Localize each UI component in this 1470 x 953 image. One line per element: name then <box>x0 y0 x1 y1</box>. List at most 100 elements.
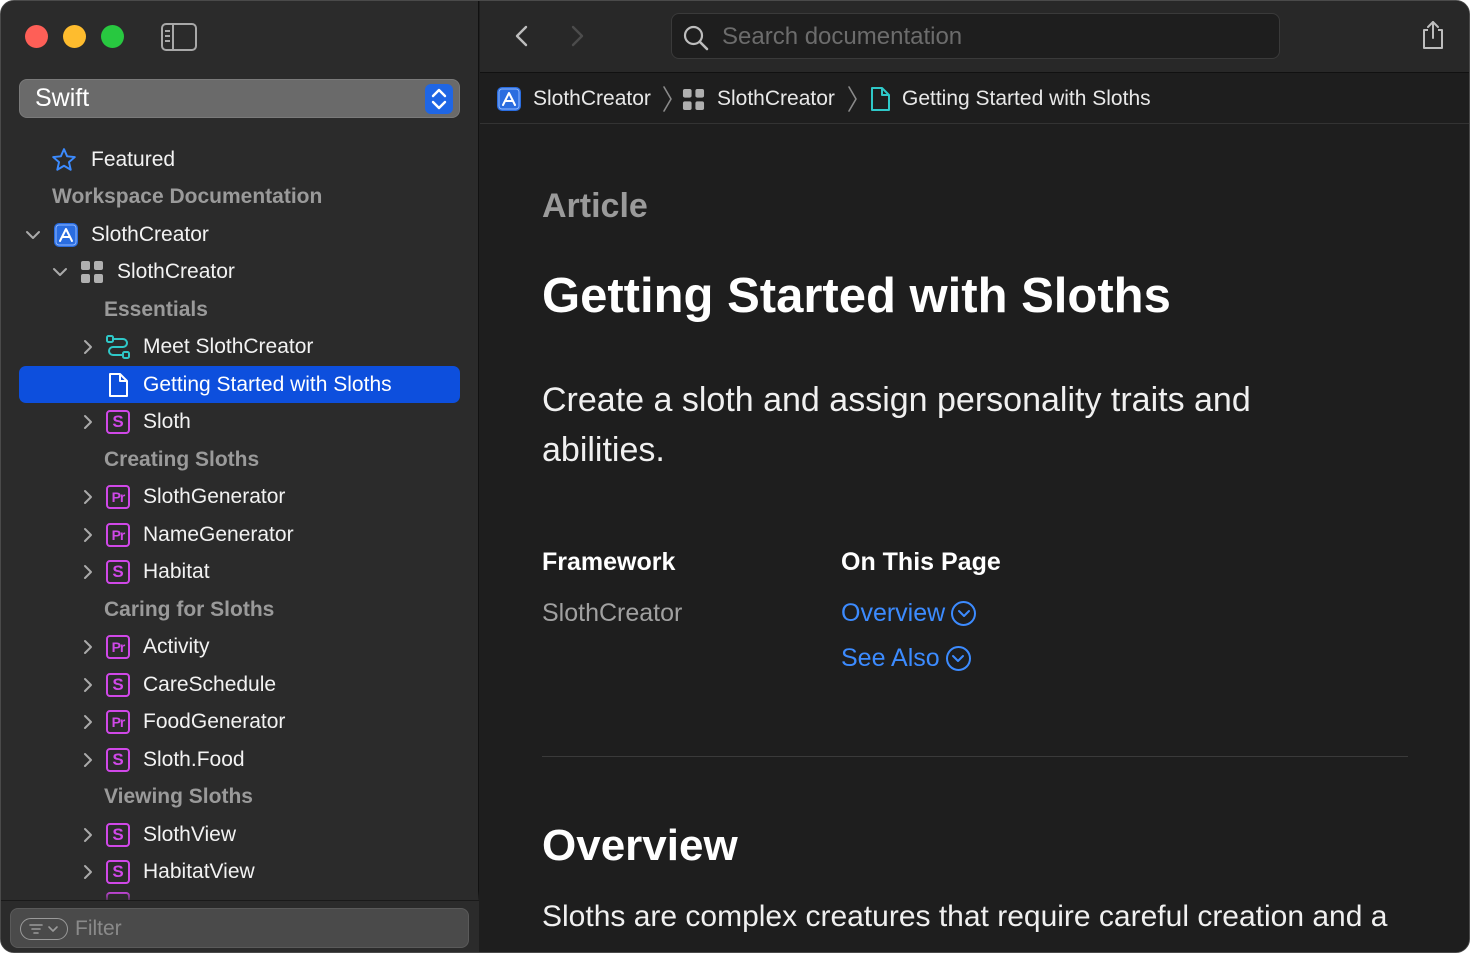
filter-bar: Filter <box>1 900 479 952</box>
struct-icon: S <box>105 672 131 698</box>
breadcrumb-label: SlothCreator <box>533 87 651 110</box>
sidebar-item-label: Getting Started with Sloths <box>143 372 392 396</box>
sidebar-item-label: Featured <box>91 147 176 171</box>
breadcrumb-item-app[interactable]: SlothCreator <box>496 85 651 113</box>
struct-icon: S <box>105 559 131 585</box>
section-header: Essentials <box>19 291 460 328</box>
breadcrumb-item-module[interactable]: SlothCreator <box>682 85 835 113</box>
chevron-down-icon[interactable] <box>25 227 41 243</box>
section-label: Workspace Documentation <box>52 184 323 208</box>
link-label: See Also <box>841 644 940 672</box>
struct-icon: S <box>105 822 131 848</box>
breadcrumb-label: SlothCreator <box>717 87 835 110</box>
sidebar-item-sloth-food[interactable]: S Sloth.Food <box>19 741 460 778</box>
chevron-right-icon <box>661 85 673 118</box>
breadcrumb-item-article[interactable]: Getting Started with Sloths <box>868 85 1151 113</box>
struct-icon: S <box>105 859 131 885</box>
app-icon <box>496 86 522 112</box>
sidebar-item-label: Activity <box>143 634 210 658</box>
link-label: Overview <box>841 599 946 627</box>
article-icon <box>868 86 892 112</box>
forward-button[interactable] <box>565 23 589 49</box>
chevron-right-icon[interactable] <box>80 527 96 543</box>
sidebar-item-careschedule[interactable]: S CareSchedule <box>19 666 460 703</box>
sidebar-item-label: NameGenerator <box>143 522 294 546</box>
sidebar-item-slothcreator-module[interactable]: SlothCreator <box>19 253 460 290</box>
filter-input[interactable]: Filter <box>10 908 469 948</box>
share-button[interactable] <box>1420 19 1446 56</box>
article-abstract: Create a sloth and assign personality tr… <box>542 381 1251 469</box>
chevron-right-icon[interactable] <box>80 414 96 430</box>
tutorial-icon <box>105 334 131 360</box>
search-field[interactable]: Search documentation <box>671 13 1280 59</box>
chevron-right-icon[interactable] <box>80 714 96 730</box>
filter-placeholder: Filter <box>75 917 122 940</box>
language-select[interactable]: Swift <box>19 79 460 118</box>
minimize-window-button[interactable] <box>63 25 86 48</box>
sidebar-item-meet-slothcreator[interactable]: Meet SlothCreator <box>19 328 460 365</box>
article-eyebrow: Article <box>542 187 648 225</box>
filter-options-icon[interactable] <box>20 918 68 940</box>
overview-heading: Overview <box>542 821 738 870</box>
sidebar: Swift Featured Workspace Documentation S… <box>1 1 479 952</box>
sidebar-item-label: HabitatView <box>143 859 255 883</box>
article-icon <box>105 372 131 398</box>
chevron-right-icon[interactable] <box>80 639 96 655</box>
section-header: Creating Sloths <box>19 441 460 478</box>
chevron-down-circle-icon <box>951 601 977 626</box>
section-header: Caring for Sloths <box>19 591 460 628</box>
sidebar-item-namegenerator[interactable]: Pr NameGenerator <box>19 516 460 553</box>
struct-icon: S <box>105 747 131 773</box>
chevron-right-icon[interactable] <box>80 864 96 880</box>
app-icon <box>53 222 79 248</box>
framework-label: Framework <box>542 548 676 576</box>
section-header: Workspace Documentation <box>19 178 460 215</box>
sidebar-item-activity[interactable]: Pr Activity <box>19 628 460 665</box>
search-placeholder: Search documentation <box>722 23 963 50</box>
chevron-right-icon[interactable] <box>80 339 96 355</box>
section-label: Essentials <box>104 297 208 321</box>
sidebar-item-label: Habitat <box>143 559 210 583</box>
protocol-icon: Pr <box>105 709 131 735</box>
framework-value: SlothCreator <box>542 599 683 627</box>
search-icon <box>682 24 710 57</box>
section-label: Caring for Sloths <box>104 597 275 621</box>
divider <box>542 756 1408 757</box>
sidebar-item-getting-started[interactable]: Getting Started with Sloths <box>19 366 460 403</box>
sidebar-item-slothgenerator[interactable]: Pr SlothGenerator <box>19 478 460 515</box>
section-header: Viewing Sloths <box>19 778 460 815</box>
zoom-window-button[interactable] <box>101 25 124 48</box>
sidebar-item-habitatview[interactable]: S HabitatView <box>19 853 460 890</box>
toolbar: Search documentation <box>480 1 1469 73</box>
chevron-right-icon[interactable] <box>80 489 96 505</box>
sidebar-item-featured[interactable]: Featured <box>19 141 460 178</box>
sidebar-toggle-icon[interactable] <box>161 23 197 51</box>
sidebar-item-label: Sloth.Food <box>143 747 245 771</box>
breadcrumb: SlothCreator SlothCreator Getting Starte… <box>480 74 1469 124</box>
chevron-right-icon[interactable] <box>80 752 96 768</box>
documentation-window: Swift Featured Workspace Documentation S… <box>0 0 1470 953</box>
sidebar-item-label: SlothView <box>143 822 237 846</box>
chevron-down-circle-icon <box>945 646 971 671</box>
section-label: Viewing Sloths <box>104 784 253 808</box>
star-icon <box>51 147 77 173</box>
sidebar-item-sloth[interactable]: S Sloth <box>19 403 460 440</box>
struct-icon: S <box>105 409 131 435</box>
close-window-button[interactable] <box>25 25 48 48</box>
sidebar-item-foodgenerator[interactable]: Pr FoodGenerator <box>19 703 460 740</box>
chevron-right-icon[interactable] <box>80 827 96 843</box>
breadcrumb-label: Getting Started with Sloths <box>902 87 1151 110</box>
chevron-right-icon <box>846 85 858 118</box>
chevron-down-icon[interactable] <box>52 264 68 280</box>
chevron-right-icon[interactable] <box>80 564 96 580</box>
sidebar-item-slothview[interactable]: S SlothView <box>19 816 460 853</box>
sidebar-item-habitat[interactable]: S Habitat <box>19 553 460 590</box>
on-this-page-link-see-also[interactable]: See Also <box>841 644 971 673</box>
sidebar-item-label: CareSchedule <box>143 672 277 696</box>
section-label: Creating Sloths <box>104 447 260 471</box>
back-button[interactable] <box>510 23 534 49</box>
on-this-page-link-overview[interactable]: Overview <box>841 599 977 628</box>
on-this-page-label: On This Page <box>841 548 1001 576</box>
chevron-right-icon[interactable] <box>80 677 96 693</box>
sidebar-item-slothcreator-app[interactable]: SlothCreator <box>19 216 460 253</box>
